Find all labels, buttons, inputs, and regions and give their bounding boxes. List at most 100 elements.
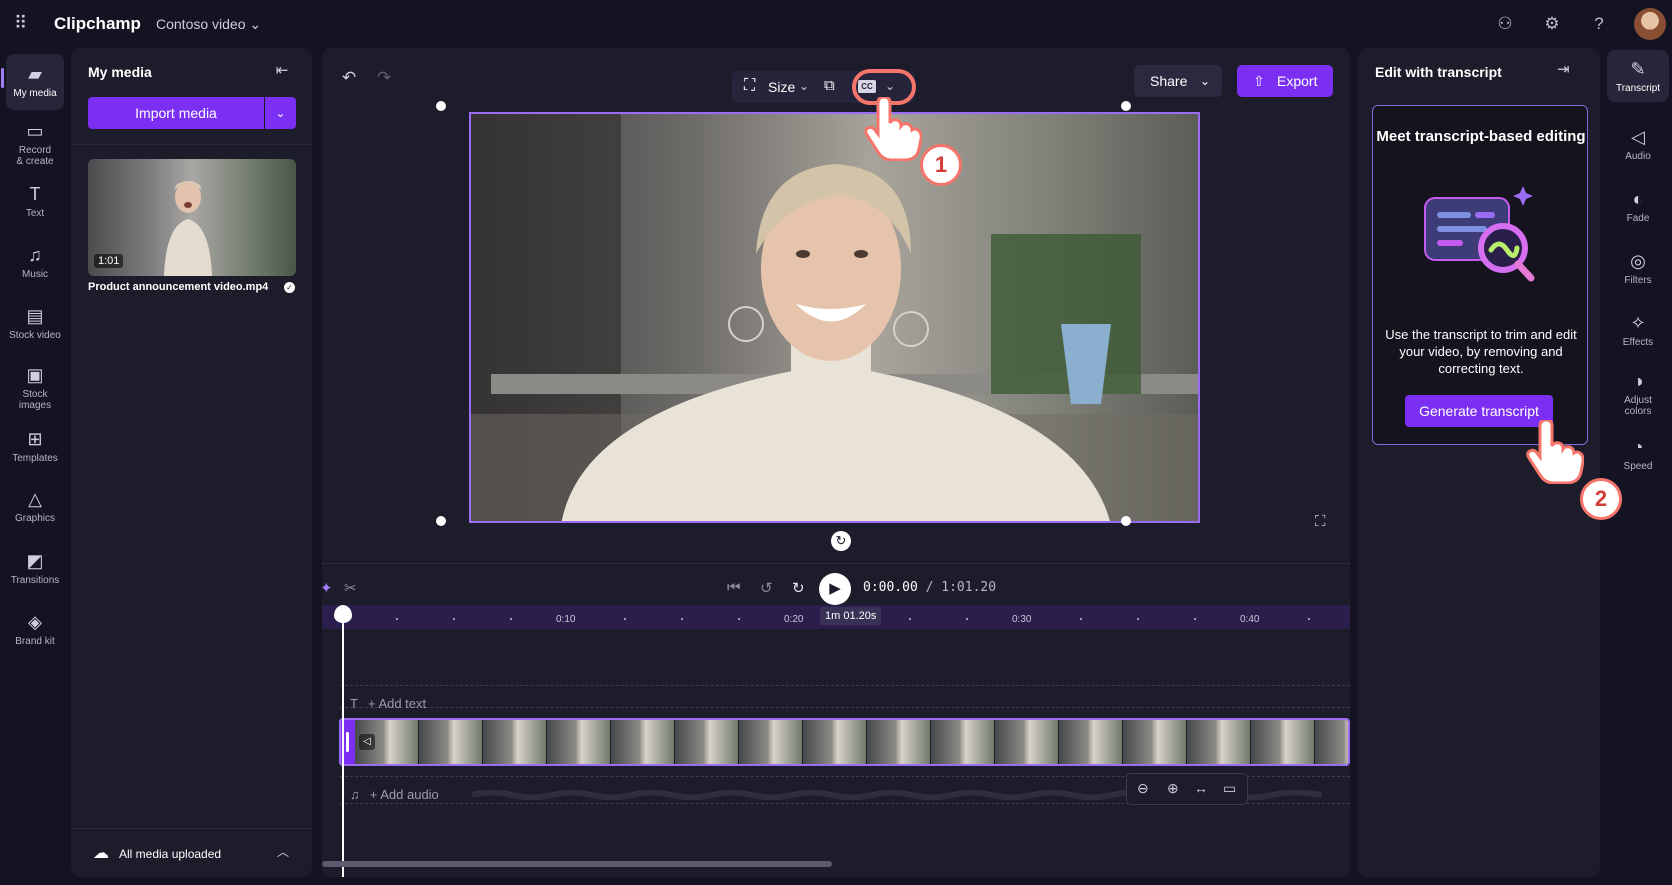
share-button[interactable]: Share ⌄	[1134, 65, 1222, 97]
export-label: Export	[1277, 73, 1318, 89]
forward-5-icon[interactable]: ↻	[792, 579, 805, 597]
rail-text[interactable]: T Text	[6, 183, 64, 219]
size-button[interactable]: Size	[768, 79, 795, 95]
timeline-view-icon[interactable]: ▭	[1223, 780, 1236, 797]
rail-filters[interactable]: ◎ Filters	[1607, 250, 1669, 286]
chevron-down-icon: ⌄	[1200, 74, 1211, 88]
video-clip[interactable]: ◁	[339, 718, 1350, 766]
scissors-icon[interactable]: ✂	[344, 579, 357, 597]
play-button[interactable]: ▶	[819, 573, 851, 605]
clip-frame	[931, 720, 995, 764]
brand-icon: ◈	[28, 612, 42, 632]
zoom-out-icon[interactable]: ⊖	[1137, 780, 1149, 797]
gear-icon[interactable]: ⚙	[1541, 13, 1563, 35]
transcript-promo-card: Meet transcript-based editing Use the tr…	[1372, 105, 1588, 445]
contrast-icon: ◑	[1632, 371, 1644, 391]
clip-frame	[739, 720, 803, 764]
rail-record-create[interactable]: ▭ Record & create	[6, 120, 64, 167]
rail-brand-kit[interactable]: ◈ Brand kit	[6, 611, 64, 647]
templates-icon: ⊞	[27, 429, 43, 449]
timeline-scrollbar[interactable]	[322, 861, 832, 867]
tick-mark	[453, 618, 455, 620]
top-bar: ⠿ Clipchamp Contoso video ⌄ ⚇ ⚙ ?	[0, 0, 1672, 48]
playhead-handle[interactable]	[334, 605, 352, 623]
cloud-check-icon: ☁	[93, 845, 109, 862]
app-launcher-icon[interactable]: ⠿	[14, 14, 32, 32]
rail-stock-video[interactable]: ▤ Stock video	[6, 305, 64, 341]
share-network-icon[interactable]: ⚇	[1494, 13, 1516, 35]
rail-speed[interactable]: ◔ Speed	[1607, 436, 1669, 472]
divider	[322, 563, 1350, 564]
skip-back-icon[interactable]: ⏮	[727, 579, 741, 596]
rail-templates[interactable]: ⊞ Templates	[6, 428, 64, 464]
fade-icon: ◐	[1632, 189, 1644, 209]
help-icon[interactable]: ?	[1588, 13, 1610, 35]
rail-label: Audio	[1625, 151, 1651, 162]
tick-label: 0:10	[556, 614, 576, 625]
speaker-icon[interactable]: ◁	[359, 734, 375, 750]
rail-graphics[interactable]: △ Graphics	[6, 488, 64, 524]
resize-icon: ⛶	[744, 77, 756, 94]
playhead[interactable]	[342, 614, 344, 877]
rail-label: Stock images	[18, 389, 52, 411]
rail-audio[interactable]: ◁ Audio	[1607, 126, 1669, 162]
import-dropdown-button[interactable]: ⌄	[265, 97, 296, 129]
rail-label: Record & create	[16, 145, 54, 167]
fit-width-icon[interactable]: ↔	[1194, 780, 1208, 796]
undo-icon[interactable]: ↶	[342, 68, 356, 88]
export-button[interactable]: ⇧ Export	[1237, 65, 1333, 97]
pointer-hand-icon	[1526, 420, 1584, 484]
media-filename: Product announcement video.mp4	[88, 281, 269, 293]
media-thumbnail[interactable]: 1:01	[88, 159, 296, 276]
current-time: 0:00.00	[863, 580, 918, 595]
rail-label: Brand kit	[15, 636, 55, 647]
tick-mark	[681, 618, 683, 620]
rail-stock-images[interactable]: ▣ Stock images	[6, 364, 64, 411]
project-name-dropdown[interactable]: Contoso video ⌄	[156, 16, 261, 33]
rail-effects[interactable]: ✧ Effects	[1607, 312, 1669, 348]
resize-handle[interactable]	[1121, 516, 1131, 526]
clip-frame	[547, 720, 611, 764]
rail-label: Adjust colors	[1624, 395, 1652, 417]
rail-music[interactable]: ♫ Music	[6, 244, 64, 280]
rail-label: Effects	[1622, 337, 1654, 348]
import-media-button[interactable]: Import media	[88, 97, 264, 129]
sparkle-icon[interactable]: ✦	[322, 579, 333, 597]
rail-label: Speed	[1623, 461, 1653, 472]
rail-adjust-colors[interactable]: ◑ Adjust colors	[1607, 370, 1669, 417]
duration-badge: 1:01	[94, 254, 124, 268]
tick-mark	[1137, 618, 1139, 620]
speedometer-icon: ◔	[1632, 437, 1644, 457]
rewind-5-icon[interactable]: ↺	[760, 579, 773, 597]
video-canvas[interactable]	[469, 112, 1200, 523]
rotate-icon[interactable]: ↻	[831, 531, 851, 551]
tick-mark	[1194, 618, 1196, 620]
add-text-track[interactable]: T + Add text	[350, 696, 426, 711]
rail-label: Graphics	[14, 513, 55, 524]
card-heading: Meet transcript-based editing	[1376, 128, 1586, 145]
step-badge-1: 1	[920, 144, 962, 186]
rail-fade[interactable]: ◐ Fade	[1607, 188, 1669, 224]
add-audio-track[interactable]: ♫ + Add audio	[350, 787, 439, 802]
chevron-up-icon[interactable]: ︿	[277, 843, 289, 860]
card-description: Use the transcript to trim and edit your…	[1385, 327, 1577, 376]
rail-label: Filters	[1624, 275, 1652, 286]
redo-icon[interactable]: ↷	[377, 68, 391, 88]
collapse-panel-icon[interactable]: ⇤	[271, 60, 293, 82]
rail-my-media[interactable]: ▰ My media	[1, 54, 64, 110]
fullscreen-icon[interactable]: ⛶	[1315, 513, 1326, 530]
total-time: / 1:01.20	[925, 580, 997, 595]
collapse-panel-icon[interactable]: ⇥	[1557, 60, 1570, 78]
tick-mark	[510, 618, 512, 620]
zoom-in-icon[interactable]: ⊕	[1167, 780, 1179, 797]
play-icon: ▶	[829, 580, 841, 597]
rail-transcript[interactable]: ✎ Transcript	[1607, 50, 1669, 102]
avatar[interactable]	[1634, 8, 1666, 40]
resize-handle[interactable]	[1121, 101, 1131, 111]
resize-handle[interactable]	[436, 516, 446, 526]
resize-handle[interactable]	[436, 101, 446, 111]
wand-icon: ✧	[1630, 313, 1646, 333]
aspect-ratio-icon[interactable]: ⧉	[824, 77, 835, 94]
music-icon: ♫	[350, 787, 360, 802]
rail-transitions[interactable]: ◩ Transitions	[6, 550, 64, 586]
